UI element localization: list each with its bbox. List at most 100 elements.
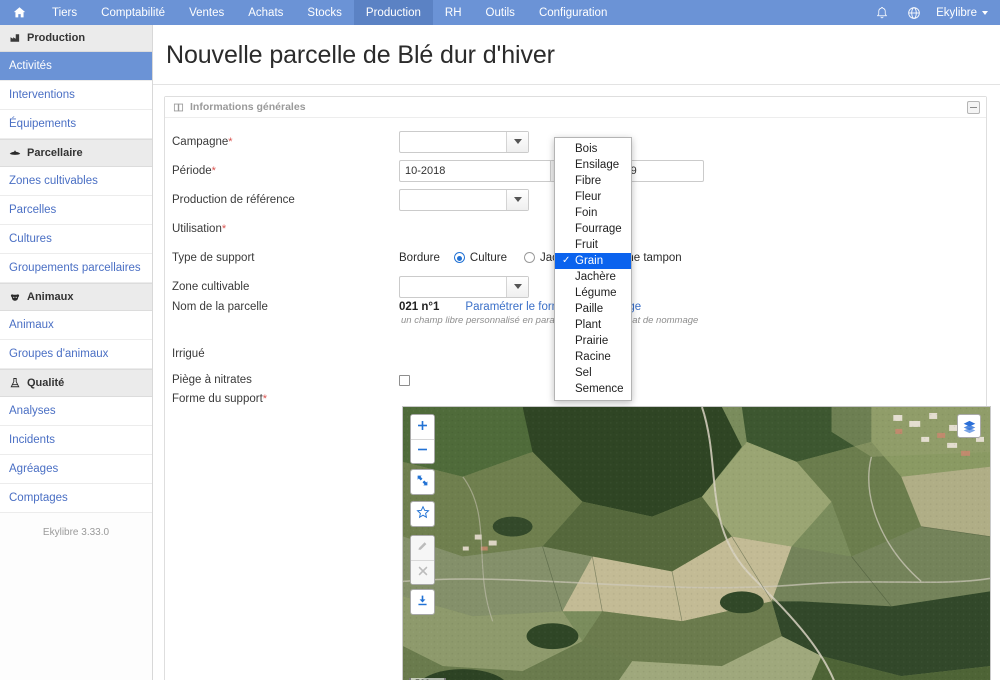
zoom-in-button[interactable] xyxy=(411,415,434,439)
production-reference-select[interactable] xyxy=(399,188,529,211)
campagne-select-arrow[interactable] xyxy=(506,131,528,152)
label-periode-text: Période xyxy=(172,164,212,177)
sidebar-item-activit-s[interactable]: Activités xyxy=(0,52,152,81)
sidebar-group-parcellaire: Parcellaire xyxy=(0,139,152,167)
dropdown-option-label: Fibre xyxy=(575,175,602,187)
label-utilisation-text: Utilisation xyxy=(172,222,222,235)
dropdown-option-plant[interactable]: Plant xyxy=(555,317,631,333)
bell-icon xyxy=(876,6,888,18)
dropdown-option-prairie[interactable]: Prairie xyxy=(555,333,631,349)
user-menu-button[interactable]: Ekylibre xyxy=(930,0,1000,25)
sidebar-item-groupements-parcellaires[interactable]: Groupements parcellaires xyxy=(0,254,152,283)
label-forme-du-support-text: Forme du support xyxy=(172,393,263,405)
top-navigation-bar: Tiers Comptabilité Ventes Achats Stocks Produ… xyxy=(0,0,1000,25)
download-icon xyxy=(416,594,429,611)
label-utilisation: Utilisation* xyxy=(172,223,399,235)
sidebar-item-analyses[interactable]: Analyses xyxy=(0,397,152,426)
dropdown-option-sel[interactable]: Sel xyxy=(555,365,631,381)
nav-item-configuration[interactable]: Configuration xyxy=(527,0,619,25)
nav-item-rh[interactable]: RH xyxy=(433,0,474,25)
panel-collapse-button[interactable] xyxy=(967,100,980,114)
zone-cultivable-select-arrow[interactable] xyxy=(506,276,528,297)
dropdown-option-semence[interactable]: Semence xyxy=(555,381,631,397)
dropdown-option-fleur[interactable]: Fleur xyxy=(555,189,631,205)
radio-indicator[interactable] xyxy=(524,252,535,263)
general-information-panel: Informations générales Campagne* Période… xyxy=(164,96,991,680)
chevron-down-icon xyxy=(513,284,522,289)
language-button[interactable] xyxy=(898,0,930,25)
dropdown-option-label: Fleur xyxy=(575,191,602,203)
nav-item-stocks[interactable]: Stocks xyxy=(295,0,354,25)
zoom-in-icon xyxy=(416,419,429,436)
sidebar-item-parcelles[interactable]: Parcelles xyxy=(0,196,152,225)
radio-label: Culture xyxy=(469,251,507,264)
dropdown-option-racine[interactable]: Racine xyxy=(555,349,631,365)
type-de-support-option-culture[interactable]: Culture xyxy=(453,251,507,264)
required-marker: * xyxy=(211,164,216,177)
sidebar-item-agr-ages[interactable]: Agréages xyxy=(0,455,152,484)
dropdown-option-bois[interactable]: Bois xyxy=(555,141,631,157)
dropdown-option-grain[interactable]: ✓ Grain xyxy=(555,253,631,269)
user-menu-label: Ekylibre xyxy=(936,6,977,19)
nav-item-label: Stocks xyxy=(307,6,342,19)
nav-item-achats[interactable]: Achats xyxy=(236,0,295,25)
radio-indicator[interactable] xyxy=(453,252,465,263)
utilisation-dropdown-menu[interactable]: Bois Ensilage Fibre Fleur Foin Fourrage Fruit ✓… xyxy=(554,137,632,401)
nav-item-tiers[interactable]: Tiers xyxy=(40,0,89,25)
dropdown-option-ensilage[interactable]: Ensilage xyxy=(555,157,631,173)
piege-a-nitrates-checkbox[interactable] xyxy=(399,374,410,386)
sidebar-group-qualité: Qualité xyxy=(0,369,152,397)
dropdown-option-label: Plant xyxy=(575,319,602,331)
sidebar-item-zones-cultivables[interactable]: Zones cultivables xyxy=(0,167,152,196)
zoom-out-button[interactable] xyxy=(411,439,434,463)
nav-item-label: Production xyxy=(365,6,421,19)
dropdown-option-fruit[interactable]: Fruit xyxy=(555,237,631,253)
sidebar-item-animaux[interactable]: Animaux xyxy=(0,311,152,340)
sidebar-item-incidents[interactable]: Incidents xyxy=(0,426,152,455)
label-periode: Période* xyxy=(172,165,399,177)
notifications-button[interactable] xyxy=(866,0,898,25)
dropdown-option-fibre[interactable]: Fibre xyxy=(555,173,631,189)
periode-date-range: 10-2018 Au 31-08-2019 xyxy=(399,159,705,182)
chevron-down-icon xyxy=(982,10,988,15)
label-type-de-support: Type de support xyxy=(172,251,255,264)
nav-item-production[interactable]: Production xyxy=(353,0,433,25)
book-icon xyxy=(173,103,184,111)
label-campagne-text: Campagne xyxy=(172,135,229,148)
zone-cultivable-select[interactable] xyxy=(399,275,529,298)
campagne-select[interactable] xyxy=(399,130,529,153)
star-button[interactable] xyxy=(411,502,434,526)
dropdown-option-fourrage[interactable]: Fourrage xyxy=(555,221,631,237)
sidebar-group-label: Qualité xyxy=(27,377,65,389)
dropdown-option-label: Paille xyxy=(575,303,604,315)
nav-home-button[interactable] xyxy=(0,0,40,25)
dropdown-option-label: Prairie xyxy=(575,335,609,347)
fullscreen-icon xyxy=(416,474,429,491)
type-de-support-option-bordure[interactable]: Bordure xyxy=(399,252,440,264)
sidebar-item-comptages[interactable]: Comptages xyxy=(0,484,152,513)
dropdown-option-label: Fourrage xyxy=(575,223,622,235)
nav-item-ventes[interactable]: Ventes xyxy=(177,0,236,25)
dropdown-option-jach-re[interactable]: Jachère xyxy=(555,269,631,285)
dropdown-option-paille[interactable]: Paille xyxy=(555,301,631,317)
download-button[interactable] xyxy=(411,590,434,614)
edit-icon xyxy=(416,540,429,557)
map-layers-button[interactable] xyxy=(957,414,981,438)
parcel-map[interactable]: 500 m Leaflet | Tiles © Esri — Source: E… xyxy=(402,406,991,680)
nav-item-outils[interactable]: Outils xyxy=(474,0,527,25)
campagne-select-value xyxy=(400,132,506,152)
dropdown-option-foin[interactable]: Foin xyxy=(555,205,631,221)
fullscreen-button[interactable] xyxy=(411,470,434,494)
sidebar-item--quipements[interactable]: Équipements xyxy=(0,110,152,139)
label-zone-cultivable: Zone cultivable xyxy=(172,280,250,293)
zone-cultivable-select-value xyxy=(400,277,506,297)
nav-item-label: Configuration xyxy=(538,6,608,19)
sidebar-item-interventions[interactable]: Interventions xyxy=(0,81,152,110)
dropdown-option-l-gume[interactable]: Légume xyxy=(555,285,631,301)
production-reference-select-arrow[interactable] xyxy=(506,189,528,210)
nav-item-label: RH xyxy=(444,6,462,19)
sidebar-item-groupes-d-animaux[interactable]: Groupes d'animaux xyxy=(0,340,152,369)
periode-start-input[interactable]: 10-2018 xyxy=(399,159,551,182)
sidebar-item-cultures[interactable]: Cultures xyxy=(0,225,152,254)
nav-item-comptabilit-[interactable]: Comptabilité xyxy=(89,0,177,25)
